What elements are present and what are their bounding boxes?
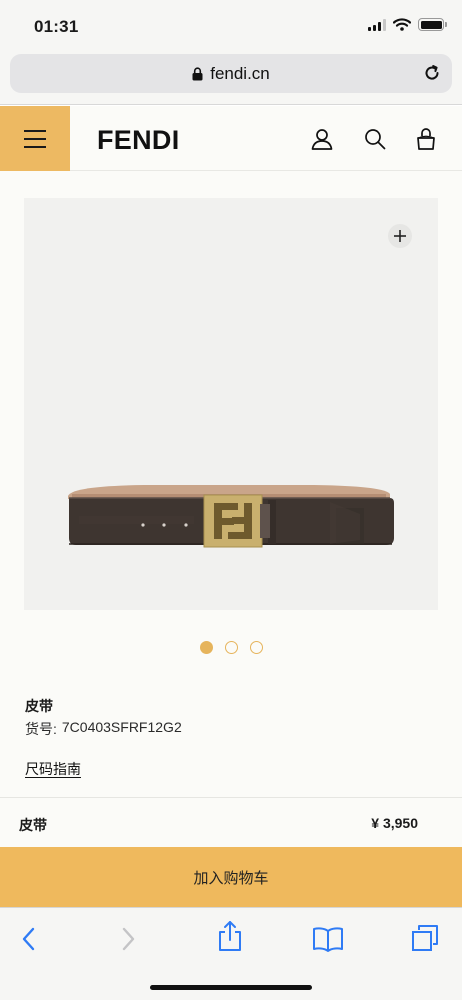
tabs-icon[interactable]	[411, 924, 439, 952]
status-icons	[368, 18, 447, 31]
reload-icon[interactable]	[422, 63, 442, 83]
share-icon[interactable]	[217, 920, 243, 952]
carousel-dot-3[interactable]	[249, 641, 263, 654]
battery-icon	[418, 18, 447, 31]
home-indicator	[150, 985, 312, 990]
wifi-icon	[393, 18, 411, 31]
lock-icon	[192, 66, 203, 80]
url-text: fendi.cn	[210, 63, 270, 83]
site-header: FENDI	[0, 106, 462, 171]
image-carousel-dots	[0, 641, 462, 654]
signal-icon	[368, 18, 386, 31]
user-icon[interactable]	[311, 128, 333, 150]
size-guide-link[interactable]: 尺码指南	[25, 759, 81, 779]
browser-address-area: fendi.cn	[0, 50, 462, 105]
menu-button[interactable]	[0, 106, 70, 171]
brand-logo[interactable]: FENDI	[97, 125, 180, 156]
status-time: 01:31	[34, 17, 79, 36]
forward-icon[interactable]	[118, 926, 138, 952]
product-page: 皮带 货号: 7C0403SFRF12G2 尺码指南 皮带 ¥ 3,950	[0, 171, 462, 847]
product-image[interactable]	[24, 198, 438, 610]
search-icon[interactable]	[364, 128, 386, 150]
sticky-product-name: 皮带	[19, 817, 47, 833]
add-to-cart-button[interactable]: 加入购物车	[0, 847, 462, 907]
menu-icon	[24, 129, 46, 132]
carousel-dot-2[interactable]	[224, 641, 238, 654]
address-bar[interactable]: fendi.cn	[10, 54, 452, 93]
product-sku: 货号: 7C0403SFRF12G2	[25, 719, 182, 739]
bag-icon[interactable]	[416, 128, 436, 150]
status-bar: 01:31	[0, 0, 462, 50]
sticky-product-bar: 皮带 ¥ 3,950	[0, 797, 462, 847]
sticky-product-price: ¥ 3,950	[371, 815, 418, 831]
carousel-dot-1[interactable]	[199, 641, 213, 654]
sku-value: 7C0403SFRF12G2	[61, 719, 182, 735]
product-name: 皮带	[25, 698, 53, 714]
sku-label: 货号:	[25, 721, 57, 737]
belt-illustration	[68, 485, 394, 548]
bookmarks-icon[interactable]	[312, 926, 344, 952]
back-icon[interactable]	[19, 926, 39, 952]
